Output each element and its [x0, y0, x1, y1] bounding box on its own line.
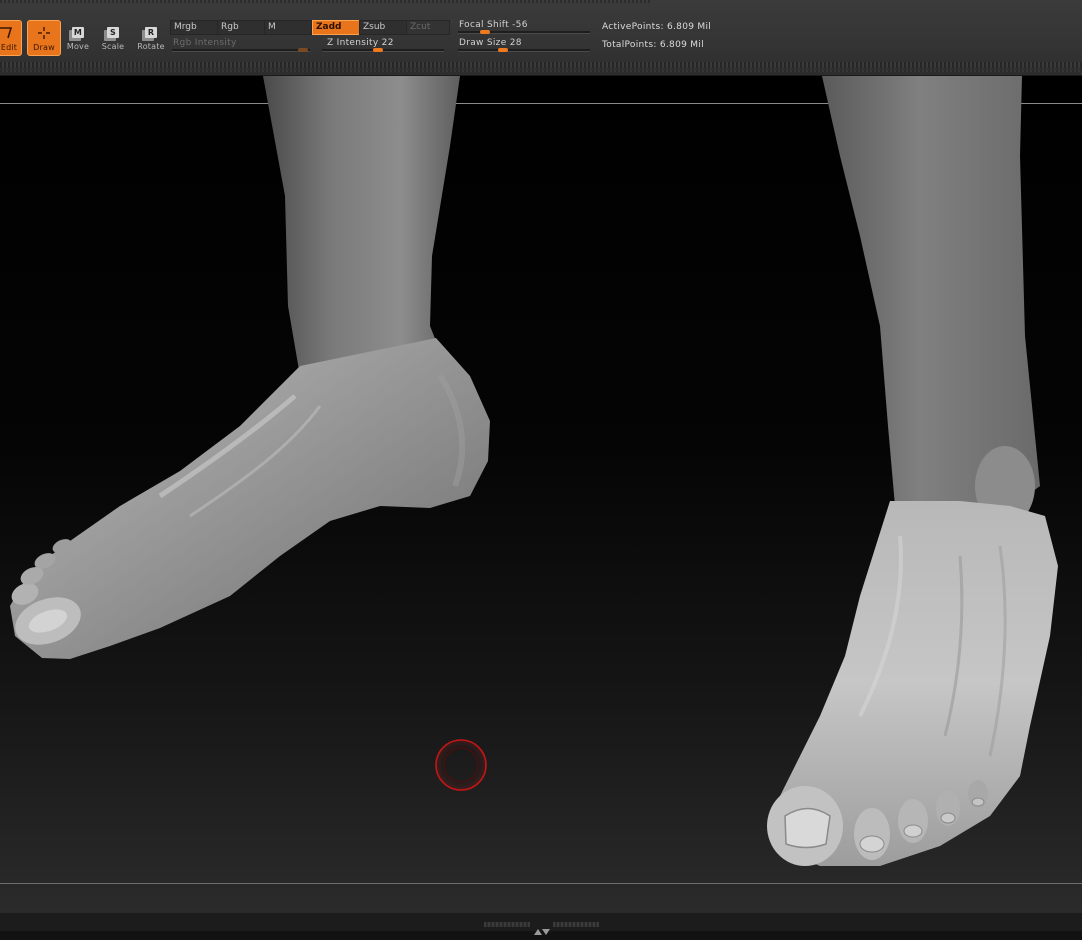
focal-shift-thumb[interactable]	[480, 30, 490, 34]
brush-cursor	[435, 739, 487, 791]
draw-size-label-text: Draw Size	[459, 38, 507, 48]
move-label: Move	[66, 42, 90, 51]
edit-label: Edit	[0, 43, 18, 52]
bottom-shelf-grip-right[interactable]	[553, 922, 599, 927]
rgb-intensity-thumb[interactable]	[298, 48, 308, 52]
draw-size-value: 28	[509, 38, 522, 48]
z-intensity-label-text: Z Intensity	[327, 38, 379, 48]
move-button[interactable]: M Move	[64, 20, 92, 54]
zsub-button[interactable]: Zsub	[359, 20, 407, 35]
active-points-value: 6.809 Mil	[666, 22, 712, 32]
top-toolbar: Edit Draw M Move S Scale R Rotate Mrgb R…	[0, 0, 1082, 76]
z-intensity-slider[interactable]	[322, 48, 444, 52]
toolbar-grip[interactable]	[0, 62, 1082, 68]
bottom-shelf-grip-left[interactable]	[484, 922, 530, 927]
toolbar-top-strip	[0, 0, 650, 3]
focal-shift-slider[interactable]	[458, 30, 590, 34]
left-foot	[10, 338, 490, 659]
z-intensity-thumb[interactable]	[373, 48, 383, 52]
rotate-icon: R	[142, 24, 160, 40]
zcut-button[interactable]: Zcut	[406, 20, 450, 35]
edit-button[interactable]: Edit	[0, 20, 22, 56]
draw-size-thumb[interactable]	[498, 48, 508, 52]
active-points-readout: ActivePoints: 6.809 Mil	[602, 22, 711, 32]
draw-label: Draw	[33, 43, 55, 52]
scale-label: Scale	[101, 42, 125, 51]
zadd-button[interactable]: Zadd	[312, 20, 360, 35]
scale-button[interactable]: S Scale	[100, 20, 126, 54]
total-points-readout: TotalPoints: 6.809 Mil	[602, 40, 704, 50]
rgb-button[interactable]: Rgb	[217, 20, 265, 35]
active-points-label: ActivePoints:	[602, 22, 664, 32]
rgb-intensity-label: Rgb Intensity	[173, 38, 237, 48]
rgb-intensity-slider[interactable]	[172, 48, 310, 52]
draw-size-slider[interactable]	[458, 48, 590, 52]
expand-shelf-icon[interactable]	[533, 921, 551, 935]
total-points-value: 6.809 Mil	[659, 40, 704, 50]
rotate-button[interactable]: R Rotate	[136, 20, 166, 54]
sculpted-feet-mesh	[10, 76, 1058, 866]
scale-icon: S	[104, 24, 122, 40]
bottom-shelf	[0, 912, 1082, 935]
mrgb-button[interactable]: Mrgb	[170, 20, 218, 35]
m-button[interactable]: M	[264, 20, 312, 35]
focal-shift-label: Focal Shift -56	[459, 20, 528, 30]
draw-size-label: Draw Size 28	[459, 38, 522, 48]
left-leg	[263, 76, 460, 376]
canvas-viewport[interactable]	[0, 76, 1082, 912]
toolbar-grip-lower	[0, 69, 1082, 72]
focal-shift-value: -56	[512, 20, 528, 30]
draw-icon	[35, 25, 53, 41]
move-icon: M	[72, 26, 84, 38]
focal-shift-label-text: Focal Shift	[459, 20, 509, 30]
draw-button[interactable]: Draw	[27, 20, 61, 56]
total-points-label: TotalPoints:	[602, 40, 657, 50]
rotate-label: Rotate	[137, 42, 165, 51]
edit-icon	[0, 25, 15, 41]
z-intensity-value: 22	[381, 38, 394, 48]
z-intensity-label: Z Intensity 22	[327, 38, 394, 48]
